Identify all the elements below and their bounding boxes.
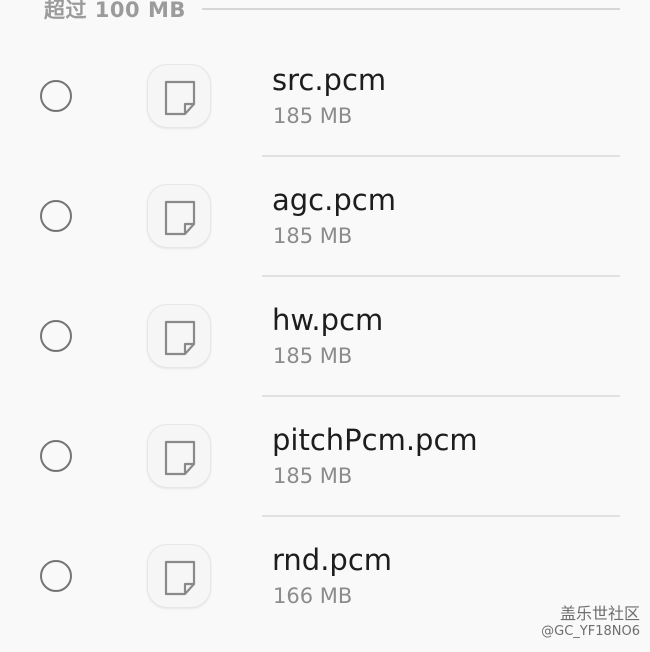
file-name: agc.pcm: [272, 183, 396, 217]
file-size: 185 MB: [273, 464, 353, 488]
file-size: 185 MB: [273, 104, 353, 128]
section-header: 超过 100 MB: [44, 0, 620, 26]
document-icon: [147, 544, 211, 608]
file-size: 166 MB: [273, 584, 353, 608]
file-list-item[interactable]: agc.pcm 185 MB: [0, 182, 650, 302]
watermark-name: 盖乐世社区: [559, 603, 640, 623]
section-title: 超过 100 MB: [44, 0, 186, 22]
file-list-screen: 超过 100 MB src.pcm 185 MB agc.pcm 185 MB: [0, 0, 650, 652]
select-radio[interactable]: [40, 80, 72, 112]
section-divider: [201, 8, 620, 10]
select-radio[interactable]: [40, 440, 72, 472]
document-icon: [147, 64, 211, 128]
file-size: 185 MB: [273, 344, 353, 368]
document-icon: [147, 424, 211, 488]
file-name: hw.pcm: [272, 303, 384, 337]
row-divider: [262, 515, 620, 517]
watermark-user: @GC_YF18NO6: [541, 623, 640, 639]
file-name: rnd.pcm: [272, 543, 393, 577]
file-list-item[interactable]: src.pcm 185 MB: [0, 62, 650, 182]
row-divider: [262, 275, 620, 277]
file-list-item[interactable]: hw.pcm 185 MB: [0, 302, 650, 422]
select-radio[interactable]: [40, 560, 72, 592]
file-name: pitchPcm.pcm: [272, 423, 478, 457]
select-radio[interactable]: [40, 200, 72, 232]
select-radio[interactable]: [40, 320, 72, 352]
document-icon: [147, 304, 211, 368]
row-divider: [262, 395, 620, 397]
watermark: 盖乐世社区 @GC_YF18NO6: [541, 604, 640, 640]
file-name: src.pcm: [272, 63, 387, 97]
file-list-item[interactable]: pitchPcm.pcm 185 MB: [0, 422, 650, 542]
document-icon: [147, 184, 211, 248]
file-size: 185 MB: [273, 224, 353, 248]
row-divider: [262, 155, 620, 157]
